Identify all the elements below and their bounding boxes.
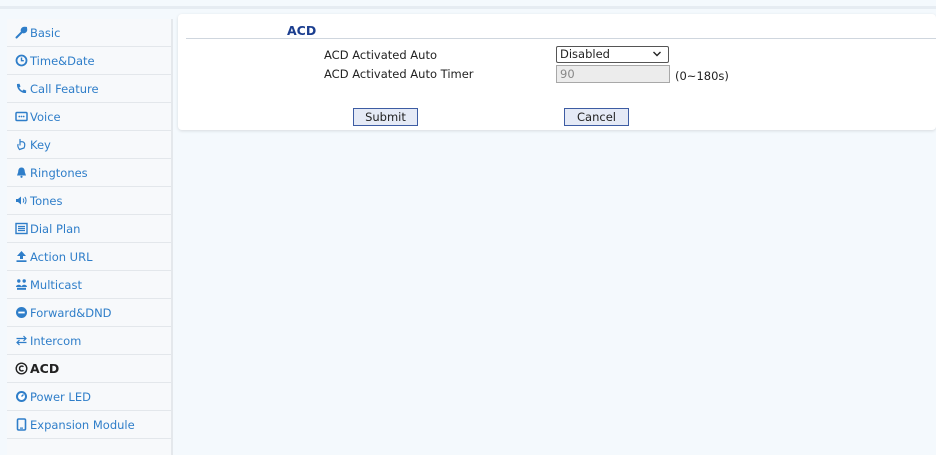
- sidebar-item-label: Basic: [30, 25, 61, 40]
- voice-icon: [15, 110, 28, 123]
- timer-range-hint: (0~180s): [675, 69, 729, 83]
- sidebar-item-label: Key: [30, 137, 51, 152]
- sidebar-item-expansion-module[interactable]: Expansion Module: [7, 411, 171, 439]
- sidebar-item-label: Voice: [30, 109, 61, 124]
- sidebar-item-label: Expansion Module: [30, 417, 135, 432]
- acd-activated-auto-timer-label: ACD Activated Auto Timer: [324, 67, 474, 81]
- sidebar-item-label: ACD: [30, 361, 60, 376]
- chevron-down-icon: [652, 49, 662, 59]
- acd-settings-panel: ACD ACD Activated Auto Disabled ACD Acti…: [178, 14, 936, 130]
- wrench-icon: [15, 26, 28, 39]
- panel-title: ACD: [287, 23, 317, 38]
- list-icon: [15, 222, 28, 235]
- sidebar-item-label: Dial Plan: [30, 221, 81, 236]
- sidebar-item-time-date[interactable]: Time&Date: [7, 47, 171, 75]
- sidebar-item-key[interactable]: Key: [7, 131, 171, 159]
- upload-icon: [15, 250, 28, 263]
- minus-circle-icon: [15, 306, 28, 319]
- sidebar-item-action-url[interactable]: Action URL: [7, 243, 171, 271]
- submit-button[interactable]: Submit: [353, 108, 418, 126]
- top-divider: [0, 6, 936, 9]
- device-icon: [15, 418, 28, 431]
- group-icon: [15, 278, 28, 291]
- speaker-icon: [15, 194, 28, 207]
- sidebar-item-tones[interactable]: Tones: [7, 187, 171, 215]
- sidebar-item-multicast[interactable]: Multicast: [7, 271, 171, 299]
- sidebar-item-label: Intercom: [30, 333, 82, 348]
- acd-activated-auto-label: ACD Activated Auto: [324, 48, 437, 62]
- sidebar-item-basic[interactable]: Basic: [7, 19, 171, 47]
- bell-icon: [15, 166, 28, 179]
- sidebar-item-intercom[interactable]: Intercom: [7, 327, 171, 355]
- sidebar-item-forward-dnd[interactable]: Forward&DND: [7, 299, 171, 327]
- clock-icon: [15, 54, 28, 67]
- sidebar-item-power-led[interactable]: Power LED: [7, 383, 171, 411]
- sidebar-item-label: Tones: [30, 193, 63, 208]
- sidebar-item-label: Time&Date: [30, 53, 95, 68]
- sidebar-item-voice[interactable]: Voice: [7, 103, 171, 131]
- sidebar-item-label: Multicast: [30, 277, 82, 292]
- sidebar-item-ringtones[interactable]: Ringtones: [7, 159, 171, 187]
- sidebar-item-label: Action URL: [30, 249, 93, 264]
- sidebar-item-call-feature[interactable]: Call Feature: [7, 75, 171, 103]
- key-icon: [15, 138, 28, 151]
- phone-icon: [15, 82, 28, 95]
- sidebar-item-label: Ringtones: [30, 165, 88, 180]
- select-value: Disabled: [560, 47, 610, 61]
- acd-activated-auto-select[interactable]: Disabled: [556, 46, 669, 63]
- sidebar-item-label: Power LED: [30, 389, 91, 404]
- sidebar-item-label: Call Feature: [30, 81, 99, 96]
- acd-auto-timer-input[interactable]: 90: [556, 65, 670, 83]
- arrows-icon: [15, 334, 28, 347]
- sidebar-item-dial-plan[interactable]: Dial Plan: [7, 215, 171, 243]
- sidebar-item-label: Forward&DND: [30, 305, 112, 320]
- copyright-icon: [15, 362, 28, 375]
- sidebar-nav: Basic Time&Date Call Feature Voice Key R…: [7, 19, 173, 455]
- cancel-button[interactable]: Cancel: [564, 108, 629, 126]
- title-divider: [186, 38, 936, 39]
- sidebar-item-acd[interactable]: ACD: [7, 355, 171, 383]
- gauge-icon: [15, 390, 28, 403]
